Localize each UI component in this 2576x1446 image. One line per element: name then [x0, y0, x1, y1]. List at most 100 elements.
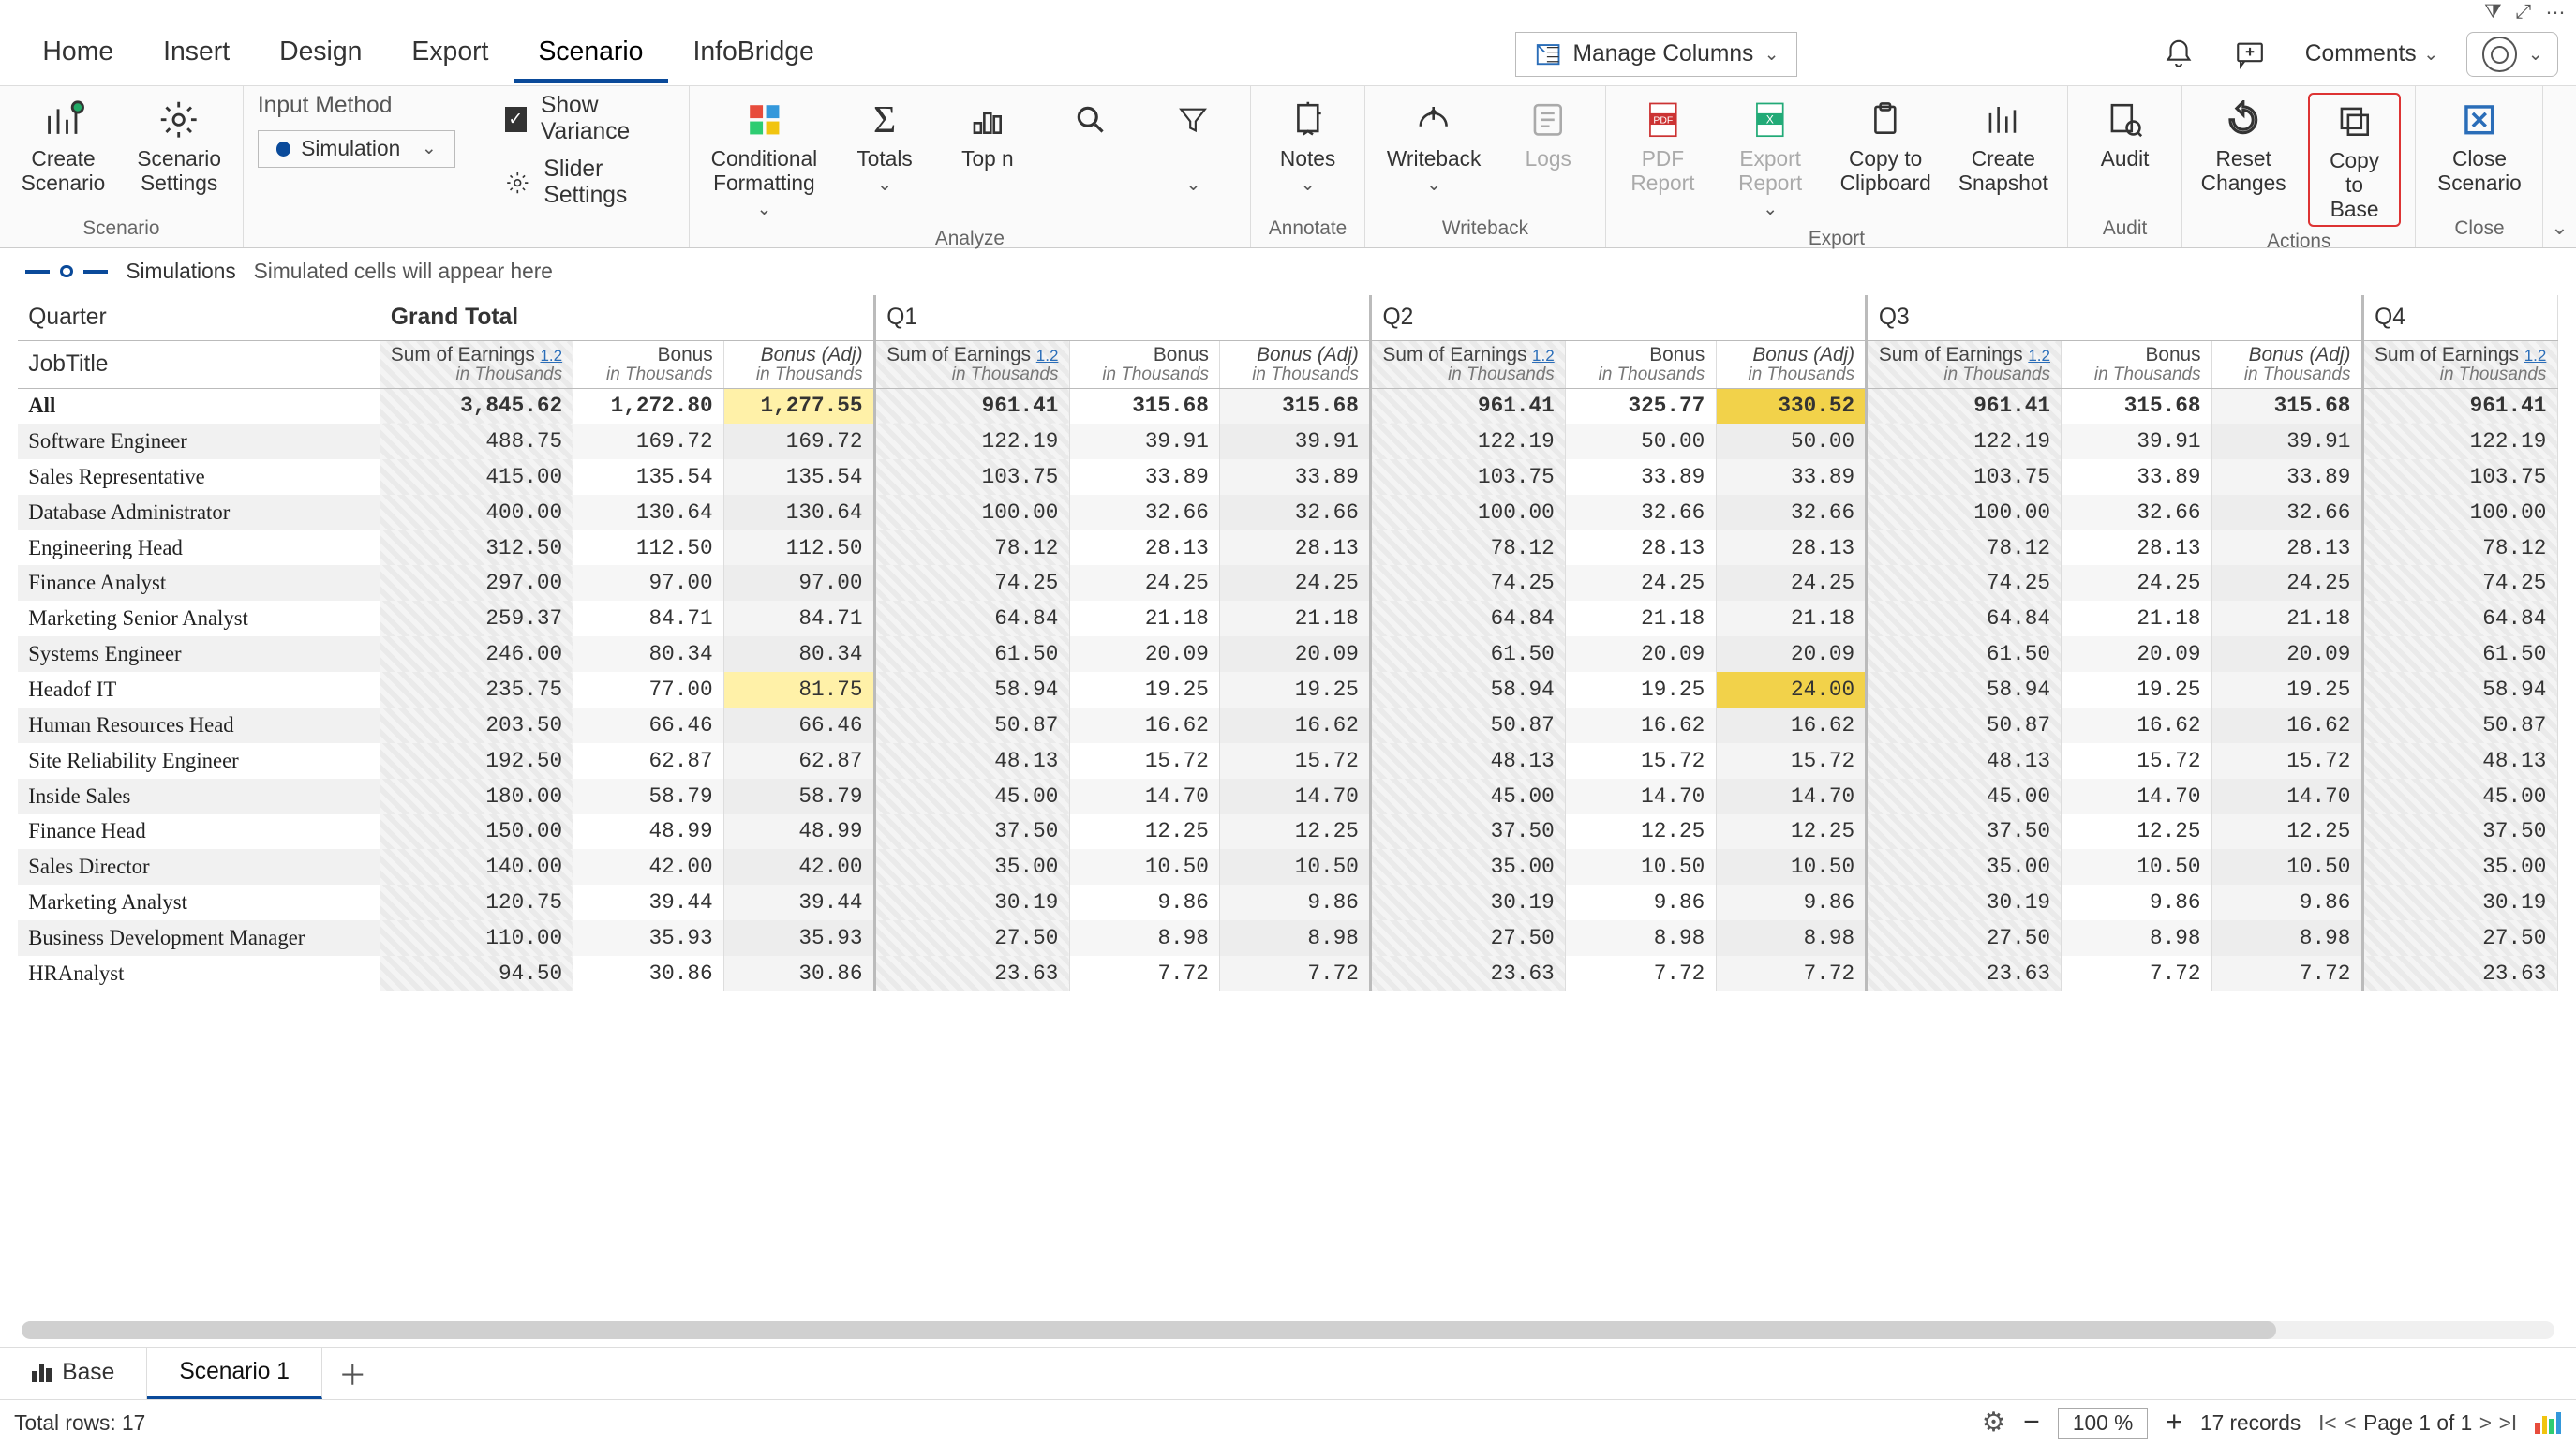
cell[interactable]: 30.19: [874, 885, 1069, 920]
cell[interactable]: 180.00: [380, 779, 573, 814]
cell[interactable]: 45.00: [1867, 779, 2062, 814]
cell[interactable]: 37.50: [1371, 814, 1566, 850]
cell[interactable]: 28.13: [2062, 530, 2212, 566]
cell[interactable]: 33.89: [2211, 459, 2362, 495]
cell[interactable]: 19.25: [1069, 672, 1220, 708]
cell[interactable]: 64.84: [2362, 601, 2557, 636]
table-row[interactable]: Human Resources Head203.5066.4666.4650.8…: [18, 708, 2557, 743]
cell[interactable]: 48.13: [1867, 743, 2062, 779]
user-menu-button[interactable]: ⌄: [2466, 32, 2557, 76]
cell[interactable]: 112.50: [573, 530, 724, 566]
cell[interactable]: 39.91: [2211, 424, 2362, 459]
cell[interactable]: 35.00: [874, 849, 1069, 885]
cell[interactable]: 24.25: [2062, 565, 2212, 601]
cell[interactable]: 50.87: [1371, 708, 1566, 743]
cell[interactable]: 14.70: [1716, 779, 1867, 814]
topn-button[interactable]: Top n: [945, 93, 1030, 174]
cell[interactable]: 103.75: [1371, 459, 1566, 495]
cell[interactable]: 15.72: [2062, 743, 2212, 779]
col-earn[interactable]: Sum of Earnings1.2in Thousands: [380, 341, 573, 388]
table-row[interactable]: Engineering Head312.50112.50112.5078.122…: [18, 530, 2557, 566]
cell[interactable]: 12.25: [2211, 814, 2362, 850]
reset-button[interactable]: ResetChanges: [2196, 93, 2290, 199]
cell[interactable]: 8.98: [1566, 920, 1717, 956]
cell[interactable]: 112.50: [723, 530, 874, 566]
cell[interactable]: 74.25: [1867, 565, 2062, 601]
more-icon[interactable]: ⋯: [2545, 1, 2565, 24]
cell[interactable]: 9.86: [1069, 885, 1220, 920]
next-page-button[interactable]: >: [2479, 1410, 2492, 1436]
cell[interactable]: 64.84: [1867, 601, 2062, 636]
quarter-q2[interactable]: Q2: [1371, 295, 1867, 341]
comments-button[interactable]: Comments⌄: [2294, 35, 2449, 75]
cell[interactable]: 7.72: [1716, 956, 1867, 991]
close-button[interactable]: CloseScenario: [2431, 93, 2529, 199]
cell[interactable]: 50.87: [874, 708, 1069, 743]
cell[interactable]: 14.70: [2211, 779, 2362, 814]
cell[interactable]: 20.09: [1566, 636, 1717, 672]
cell[interactable]: 100.00: [1867, 495, 2062, 530]
settings-gear-icon[interactable]: ⚙: [1982, 1407, 2005, 1439]
cell[interactable]: 21.18: [1716, 601, 1867, 636]
cell[interactable]: 24.25: [2211, 565, 2362, 601]
cell[interactable]: 12.25: [1566, 814, 1717, 850]
cell[interactable]: 80.34: [723, 636, 874, 672]
horizontal-scrollbar[interactable]: [22, 1321, 2554, 1339]
cell[interactable]: 33.89: [1716, 459, 1867, 495]
table-row[interactable]: Headof IT235.7577.0081.7558.9419.2519.25…: [18, 672, 2557, 708]
cell[interactable]: 103.75: [1867, 459, 2062, 495]
cell[interactable]: 78.12: [1371, 530, 1566, 566]
cell[interactable]: 21.18: [1220, 601, 1371, 636]
cell[interactable]: 21.18: [1566, 601, 1717, 636]
cell[interactable]: 62.87: [573, 743, 724, 779]
cell[interactable]: 42.00: [723, 849, 874, 885]
create-button[interactable]: CreateScenario: [14, 93, 112, 199]
cell[interactable]: 9.86: [2062, 885, 2212, 920]
clip-button[interactable]: Copy toClipboard: [1836, 93, 1936, 199]
table-row[interactable]: Business Development Manager110.0035.933…: [18, 920, 2557, 956]
cell[interactable]: 12.25: [1716, 814, 1867, 850]
cell[interactable]: 35.93: [573, 920, 724, 956]
cell[interactable]: 42.00: [573, 849, 724, 885]
tab-infobridge[interactable]: InfoBridge: [668, 26, 839, 83]
table-row[interactable]: Sales Director140.0042.0042.0035.0010.50…: [18, 849, 2557, 885]
cell[interactable]: 30.19: [1867, 885, 2062, 920]
cell[interactable]: 15.72: [1069, 743, 1220, 779]
cell[interactable]: 32.66: [1220, 495, 1371, 530]
col-bonus[interactable]: Bonusin Thousands: [573, 341, 724, 388]
cell[interactable]: 20.09: [2062, 636, 2212, 672]
zoom-in-button[interactable]: +: [2166, 1407, 2182, 1439]
cell[interactable]: 37.50: [1867, 814, 2062, 850]
cell[interactable]: 19.25: [1566, 672, 1717, 708]
cond-button[interactable]: ConditionalFormatting ⌄: [704, 93, 825, 224]
cell[interactable]: 315.68: [2211, 388, 2362, 424]
cell[interactable]: 35.00: [1371, 849, 1566, 885]
cell[interactable]: 16.62: [2062, 708, 2212, 743]
cell[interactable]: 62.87: [723, 743, 874, 779]
cell[interactable]: 110.00: [380, 920, 573, 956]
cell[interactable]: 315.68: [1220, 388, 1371, 424]
cell[interactable]: 20.09: [1220, 636, 1371, 672]
cell[interactable]: 30.19: [1371, 885, 1566, 920]
cell[interactable]: 3,845.62: [380, 388, 573, 424]
cell[interactable]: 24.25: [1566, 565, 1717, 601]
col-adj[interactable]: Bonus (Adj)in Thousands: [2211, 341, 2362, 388]
cell[interactable]: 50.87: [1867, 708, 2062, 743]
cell[interactable]: 50.00: [1716, 424, 1867, 459]
cell[interactable]: 78.12: [874, 530, 1069, 566]
cell[interactable]: 15.72: [2211, 743, 2362, 779]
cell[interactable]: 24.00: [1716, 672, 1867, 708]
cell[interactable]: 100.00: [1371, 495, 1566, 530]
cell[interactable]: 14.70: [1220, 779, 1371, 814]
cell[interactable]: 7.72: [1069, 956, 1220, 991]
cell[interactable]: 16.62: [1566, 708, 1717, 743]
cell[interactable]: 58.79: [573, 779, 724, 814]
cell[interactable]: 20.09: [1069, 636, 1220, 672]
cell[interactable]: 130.64: [723, 495, 874, 530]
col-earn[interactable]: Sum of Earnings1.2in Thousands: [2362, 341, 2557, 388]
cell[interactable]: 39.44: [723, 885, 874, 920]
cell[interactable]: 27.50: [1867, 920, 2062, 956]
cell[interactable]: 33.89: [1069, 459, 1220, 495]
table-row[interactable]: HRAnalyst94.5030.8630.8623.637.727.7223.…: [18, 956, 2557, 991]
table-row[interactable]: All3,845.621,272.801,277.55961.41315.683…: [18, 388, 2557, 424]
